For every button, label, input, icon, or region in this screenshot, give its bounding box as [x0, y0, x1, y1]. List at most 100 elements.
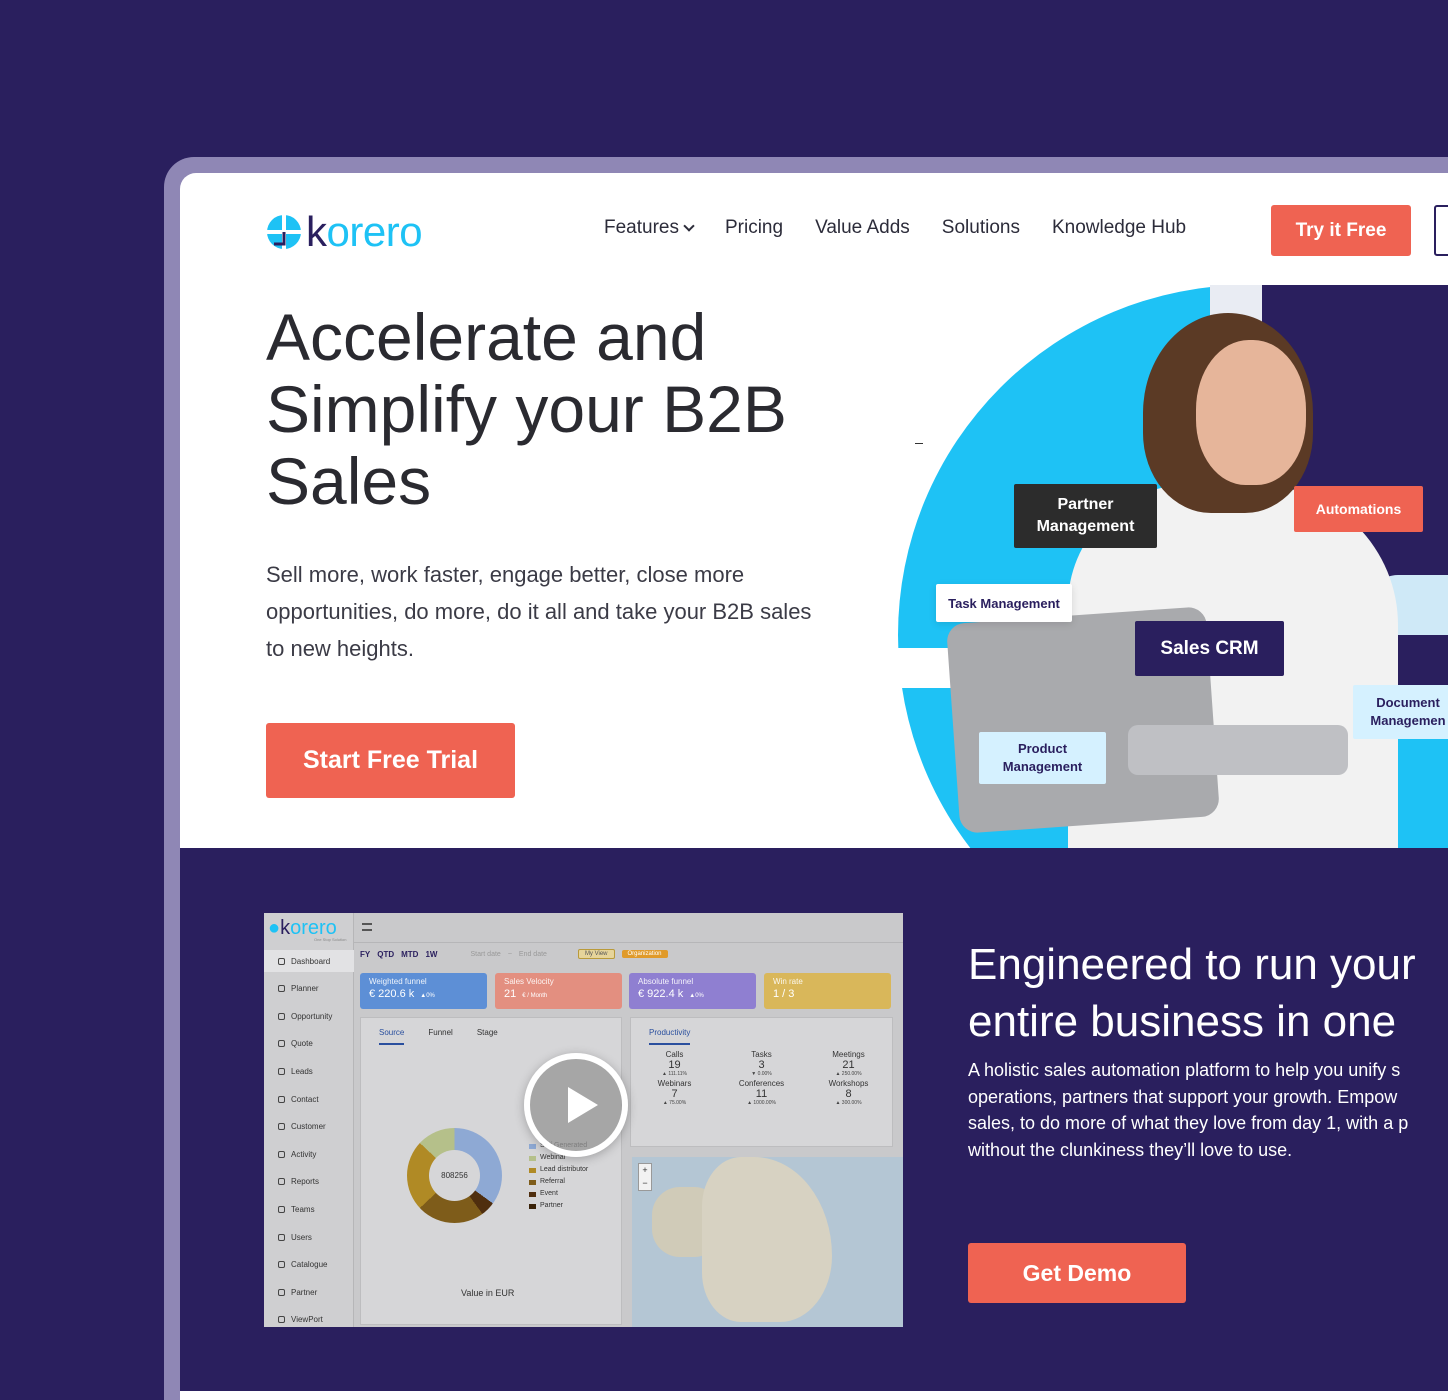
sidebar-item-activity[interactable]: Activity	[264, 1143, 354, 1165]
nav-solutions[interactable]: Solutions	[942, 217, 1020, 239]
tab-source[interactable]: Source	[379, 1028, 405, 1045]
productivity-panel: Productivity Calls 19 ▲ 111.11% Tasks 3 ▼ 0.0…	[630, 1017, 893, 1147]
tab-stage[interactable]: Stage	[477, 1028, 498, 1045]
play-video-button[interactable]	[524, 1053, 628, 1157]
kpi-card[interactable]: Weighted funnel € 220.6 k ▲0%	[360, 973, 487, 1009]
productivity-value: 19	[668, 1059, 681, 1071]
next-section-edge	[180, 1391, 1448, 1400]
sidebar-item-partner[interactable]: Partner	[264, 1281, 354, 1303]
hero-subtitle: Sell more, work faster, engage better, c…	[266, 562, 812, 661]
kpi-value: 1 / 3	[773, 988, 882, 1000]
tag-partner-management: Partner Management	[1014, 484, 1157, 548]
woman-face	[1196, 340, 1306, 485]
sidebar-item-customer[interactable]: Customer	[264, 1116, 354, 1138]
nav-value-adds[interactable]: Value Adds	[815, 217, 910, 239]
sidebar-item-quote[interactable]: Quote	[264, 1033, 354, 1055]
legend-item: Partner	[529, 1200, 588, 1212]
start-free-trial-button[interactable]: Start Free Trial	[266, 723, 515, 798]
kpi-card[interactable]: Absolute funnel € 922.4 k ▲0%	[629, 973, 756, 1009]
tab-funnel[interactable]: Funnel	[428, 1028, 452, 1045]
sidebar-item-contact[interactable]: Contact	[264, 1088, 354, 1110]
map-zoom-control[interactable]: + −	[638, 1163, 652, 1191]
legend-label: Lead distributor	[540, 1166, 589, 1173]
productivity-metric: Workshops 8 ▲ 300.00%	[805, 1079, 892, 1106]
productivity-metric: Conferences 11 ▲ 1000.00%	[718, 1079, 805, 1106]
kpi-unit: € / Month	[522, 993, 548, 999]
section-title: Engineered to run your entire business i…	[968, 936, 1448, 1050]
sidebar-item-users[interactable]: Users	[264, 1226, 354, 1248]
planner-icon	[278, 985, 285, 993]
my-view-button[interactable]: My View	[577, 949, 615, 959]
laptop-base	[1128, 725, 1348, 775]
productivity-metric: Meetings 21 ▲ 250.00%	[805, 1050, 892, 1077]
productivity-value: 21	[842, 1059, 855, 1071]
sidebar-item-leads[interactable]: Leads	[264, 1060, 354, 1082]
sidebar-item-dashboard[interactable]: Dashboard	[264, 950, 354, 972]
organization-button[interactable]: Organization	[621, 950, 668, 958]
filter-qtd[interactable]: QTD	[377, 950, 394, 959]
start-date-input[interactable]: Start date	[470, 951, 500, 958]
value-in-eur-label: Value in EUR	[461, 1288, 515, 1298]
sidebar-item-label: Dashboard	[291, 956, 331, 966]
nav-features-label: Features	[604, 217, 679, 238]
sidebar-item-viewport[interactable]: ViewPort	[264, 1309, 354, 1327]
korero-logo[interactable]: korero	[266, 211, 423, 253]
productivity-label: Webinars	[657, 1079, 692, 1088]
viewport-icon	[278, 1316, 285, 1324]
sidebar-item-reports[interactable]: Reports	[264, 1171, 354, 1193]
section-title-line-1: Engineered to run your	[968, 940, 1416, 989]
nav-knowledge-hub[interactable]: Knowledge Hub	[1052, 217, 1186, 239]
kpi-card[interactable]: Win rate 1 / 3	[764, 973, 891, 1009]
secondary-header-button[interactable]	[1434, 205, 1448, 256]
partner-icon	[278, 1288, 285, 1296]
kpi-value-number: 21	[504, 988, 517, 1000]
filter-mtd[interactable]: MTD	[401, 950, 418, 959]
sidebar-item-label: Reports	[291, 1177, 320, 1187]
tag-document-management: Document Managemen	[1353, 685, 1448, 739]
customer-icon	[278, 1123, 285, 1131]
features-section: ●korero One Stop Solution Dashboard Plann…	[180, 848, 1448, 1400]
date-separator: ~	[507, 950, 512, 958]
source-tabs: Source Funnel Stage	[361, 1028, 498, 1045]
sales-map[interactable]: + −	[632, 1157, 903, 1327]
contact-icon	[278, 1095, 285, 1103]
tab-productivity[interactable]: Productivity	[649, 1028, 691, 1045]
tag-task-management: Task Management	[936, 584, 1072, 622]
nav-pricing[interactable]: Pricing	[725, 217, 783, 239]
productivity-delta: ▲ 111.11%	[662, 1071, 687, 1077]
sidebar-item-label: Catalogue	[291, 1260, 328, 1270]
chevron-down-icon	[683, 220, 695, 232]
sidebar-item-label: Teams	[291, 1204, 315, 1214]
section-body-line-4: without the clunkiness they’ll love to u…	[968, 1139, 1293, 1160]
try-it-free-button[interactable]: Try it Free	[1271, 205, 1411, 256]
nav-features[interactable]: Features	[604, 217, 695, 239]
filter-fy[interactable]: FY	[360, 950, 370, 959]
productivity-label: Tasks	[751, 1050, 772, 1059]
donut-center-value: 808256	[429, 1150, 480, 1201]
sidebar-item-planner[interactable]: Planner	[264, 978, 354, 1000]
kpi-card[interactable]: Sales Velocity 21 € / Month	[495, 973, 622, 1009]
dashboard-sidebar: ●korero One Stop Solution Dashboard Plann…	[264, 913, 354, 1327]
end-date-input[interactable]: End date	[519, 951, 547, 958]
productivity-delta: ▲ 1000.00%	[747, 1100, 776, 1106]
kpi-value: € 220.6 k ▲0%	[369, 988, 478, 1000]
productivity-value: 3	[758, 1059, 765, 1071]
tag-automations: Automations	[1294, 486, 1423, 532]
get-demo-button[interactable]: Get Demo	[968, 1243, 1186, 1303]
legend-label: Referral	[540, 1178, 565, 1185]
catalogue-icon	[278, 1261, 285, 1269]
productivity-metric: Webinars 7 ▲ 75.00%	[631, 1079, 718, 1106]
productivity-delta: ▲ 250.00%	[835, 1071, 862, 1077]
sidebar-item-catalogue[interactable]: Catalogue	[264, 1254, 354, 1276]
sidebar-item-opportunity[interactable]: Opportunity	[264, 1005, 354, 1027]
source-donut-chart: 808256	[407, 1128, 502, 1223]
dashboard-video-thumbnail[interactable]: ●korero One Stop Solution Dashboard Plann…	[264, 913, 903, 1327]
sidebar-item-teams[interactable]: Teams	[264, 1198, 354, 1220]
opportunity-icon	[278, 1012, 285, 1020]
legend-swatch	[529, 1203, 536, 1209]
play-icon	[568, 1087, 598, 1123]
filter-1w[interactable]: 1W	[425, 950, 437, 959]
logo-mark-icon	[266, 214, 302, 250]
dash-logo-rest: orero	[290, 917, 337, 939]
menu-icon[interactable]	[362, 923, 372, 931]
